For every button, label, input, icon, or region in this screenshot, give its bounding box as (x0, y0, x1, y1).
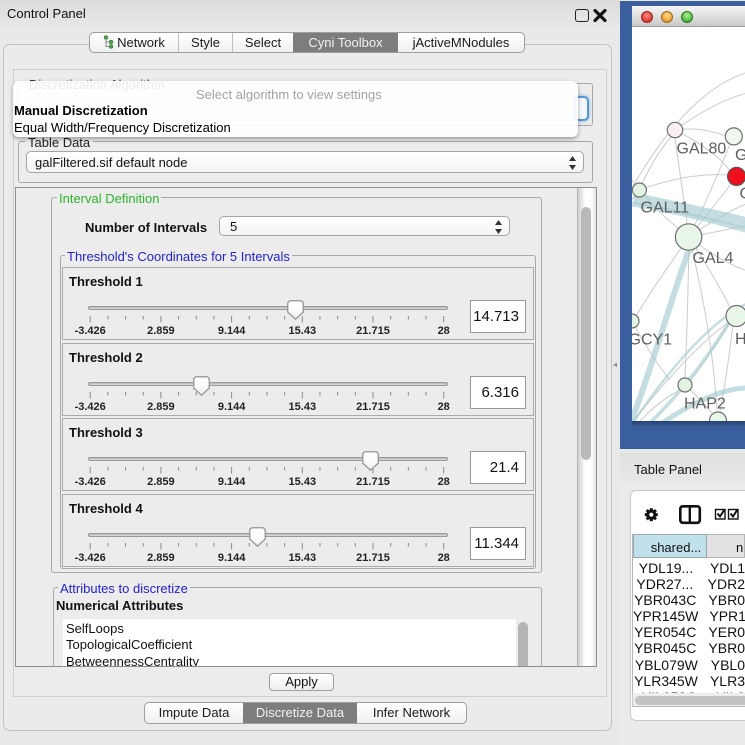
svg-text:GAL11: GAL11 (641, 200, 690, 217)
svg-text:HAP2: HAP2 (684, 396, 726, 413)
svg-text:GAL80: GAL80 (677, 141, 727, 158)
svg-text:H: H (735, 331, 745, 348)
svg-text:C: C (740, 186, 745, 203)
svg-text:GA: GA (735, 147, 745, 164)
svg-text:GAL4: GAL4 (693, 250, 734, 267)
svg-text:GCY1: GCY1 (632, 332, 672, 349)
